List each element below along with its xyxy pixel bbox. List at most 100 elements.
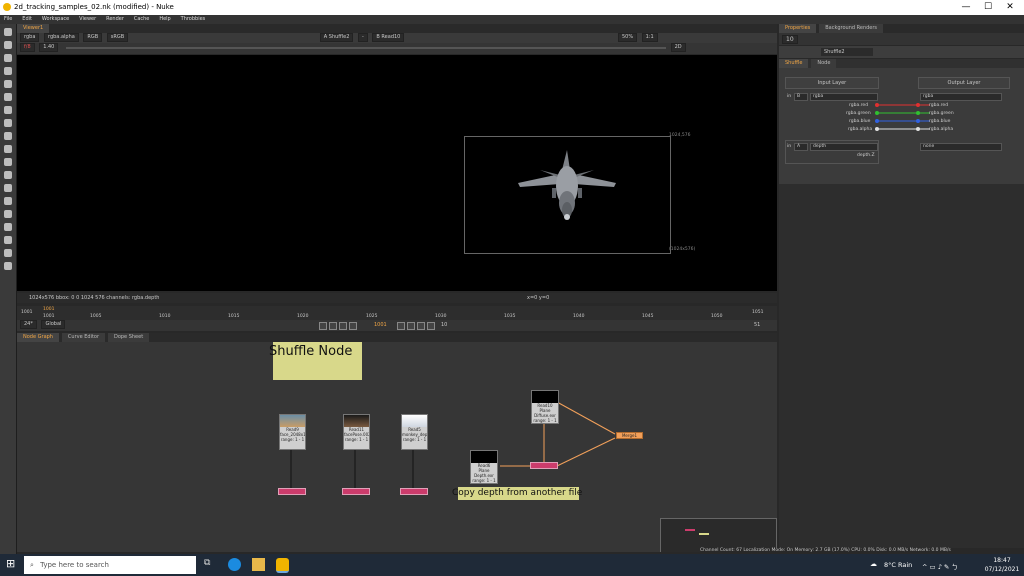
input2-source-dropdown[interactable]: A: [794, 143, 808, 151]
red-output-dot[interactable]: [916, 103, 920, 107]
color-tool-icon[interactable]: [4, 80, 12, 88]
input2-layer-dropdown[interactable]: depth: [810, 143, 878, 151]
max-panels-field[interactable]: 10: [782, 35, 798, 44]
compare-mode-dropdown[interactable]: -: [358, 33, 368, 42]
toolsets-tool-icon[interactable]: [4, 210, 12, 218]
channel-tool-icon[interactable]: [4, 67, 12, 75]
maximize-button[interactable]: ☐: [977, 1, 999, 14]
timeline-ruler[interactable]: 1001 1001 1001 1005 1010 1015 1020 1025 …: [17, 306, 777, 320]
tab-curve-editor[interactable]: Curve Editor: [61, 333, 106, 342]
menu-throbbies[interactable]: Throbbies: [177, 15, 210, 24]
draw-tool-icon[interactable]: [4, 41, 12, 49]
merge-node[interactable]: Merge1: [616, 432, 643, 439]
play-forward-button[interactable]: [397, 322, 405, 330]
read5-node[interactable]: Read5 monkey_depth0003.exr range: 1 - 1: [401, 414, 428, 450]
menu-viewer[interactable]: Viewer: [75, 15, 100, 24]
read6-node[interactable]: Read6 Plane Depth.exr range: 1 - 1: [470, 450, 498, 484]
image-tool-icon[interactable]: [4, 28, 12, 36]
input-b-dropdown[interactable]: B Read10: [372, 33, 405, 42]
tab-shuffle[interactable]: Shuffle: [779, 59, 809, 68]
alpha-output-dot[interactable]: [916, 127, 920, 131]
next-keyframe-button[interactable]: [417, 322, 425, 330]
read10-node[interactable]: Read10 Plane Diffuse.exr range: 1 - 1: [531, 390, 559, 424]
menu-help[interactable]: Help: [155, 15, 174, 24]
metadata-tool-icon[interactable]: [4, 197, 12, 205]
green-output-dot[interactable]: [916, 111, 920, 115]
tab-properties[interactable]: Properties: [779, 24, 817, 33]
shuffle-node[interactable]: [278, 488, 306, 495]
menu-render[interactable]: Render: [102, 15, 128, 24]
windows-start-icon[interactable]: ⊞: [6, 558, 18, 570]
file-explorer-icon[interactable]: [252, 558, 265, 571]
input-a-dropdown[interactable]: A Shuffle2: [319, 33, 354, 42]
blue-input-dot[interactable]: [875, 119, 879, 123]
menu-workspace[interactable]: Workspace: [38, 15, 73, 24]
3d-tool-icon[interactable]: [4, 145, 12, 153]
output2-layer-dropdown[interactable]: none: [920, 143, 1002, 151]
nuke-taskbar-icon[interactable]: [276, 558, 289, 573]
view-mode-dropdown[interactable]: 2D: [670, 43, 686, 52]
edge-browser-icon[interactable]: [228, 558, 241, 571]
alpha-input-dot[interactable]: [875, 127, 879, 131]
gain-value[interactable]: 1.40: [39, 43, 59, 52]
gain-slider[interactable]: [65, 46, 666, 49]
shuffle-node[interactable]: [342, 488, 370, 495]
tab-viewer1[interactable]: Viewer1: [17, 24, 50, 33]
timeline-playhead[interactable]: 1001: [43, 307, 54, 312]
alpha-channel-dropdown[interactable]: rgba.alpha: [43, 33, 79, 42]
zoom-dropdown[interactable]: 50%: [617, 33, 638, 42]
current-frame-field[interactable]: 1001: [374, 320, 387, 331]
close-button[interactable]: ✕: [999, 1, 1021, 14]
tab-dope-sheet[interactable]: Dope Sheet: [107, 333, 150, 342]
keyer-tool-icon[interactable]: [4, 106, 12, 114]
minimize-button[interactable]: —: [955, 1, 977, 14]
merge-tool-icon[interactable]: [4, 119, 12, 127]
menu-file[interactable]: File: [0, 15, 16, 24]
read9-node[interactable]: Read9 face_2048x1556.exr range: 1 - 1: [279, 414, 306, 450]
red-input-dot[interactable]: [875, 103, 879, 107]
channels-dropdown[interactable]: rgba: [20, 33, 40, 42]
green-input-dot[interactable]: [875, 111, 879, 115]
menu-cache[interactable]: Cache: [130, 15, 154, 24]
particles-tool-icon[interactable]: [4, 158, 12, 166]
blue-output-dot[interactable]: [916, 119, 920, 123]
tab-background-renders[interactable]: Background Renders: [819, 24, 884, 33]
tray-icons[interactable]: ^ ▭ ♪ ✎ ㄅ: [922, 561, 958, 571]
node-name-field[interactable]: Shuffle2: [821, 48, 873, 56]
transform-tool-icon[interactable]: [4, 132, 12, 140]
fps-dropdown[interactable]: 24*: [20, 320, 37, 329]
clock-date[interactable]: 07/12/2021: [984, 566, 1020, 573]
node-graph-canvas[interactable]: Shuffle Node Read9 face_2048x1556.exr ra…: [17, 342, 777, 552]
weather-icon[interactable]: ☁: [870, 560, 877, 568]
time-tool-icon[interactable]: [4, 54, 12, 62]
lut-dropdown[interactable]: sRGB: [106, 33, 129, 42]
filter-tool-icon[interactable]: [4, 93, 12, 101]
deep-tool-icon[interactable]: [4, 171, 12, 179]
colorspace-dropdown[interactable]: RGB: [83, 33, 103, 42]
menu-edit[interactable]: Edit: [18, 15, 36, 24]
read11-node[interactable]: Read11 facePose.0028.exr range: 1 - 1: [343, 414, 370, 450]
shuffle-node[interactable]: [400, 488, 428, 495]
node-graph-minimap[interactable]: [660, 518, 777, 552]
timeline-end-value[interactable]: 51: [754, 320, 760, 331]
input1-layer-dropdown[interactable]: rgba: [810, 93, 878, 101]
last-frame-button[interactable]: [427, 322, 435, 330]
airs-tool-icon[interactable]: [4, 262, 12, 270]
sticky-note-shuffle[interactable]: Shuffle Node: [269, 342, 362, 380]
frame-step-value[interactable]: 10: [441, 320, 447, 331]
range-mode-dropdown[interactable]: Global: [41, 320, 66, 329]
tab-node-graph[interactable]: Node Graph: [17, 333, 59, 342]
proxy-ratio-dropdown[interactable]: 1:1: [641, 33, 658, 42]
gain-label[interactable]: f/8: [20, 43, 35, 52]
weather-text[interactable]: 8°C Rain: [884, 561, 912, 569]
output1-layer-dropdown[interactable]: rgba: [920, 93, 1002, 101]
task-view-icon[interactable]: ⧉: [204, 558, 217, 571]
taskbar-search-box[interactable]: ⌕ Type here to search: [24, 556, 196, 574]
cara-vr-tool-icon[interactable]: [4, 249, 12, 257]
shuffle2-node[interactable]: [530, 462, 558, 469]
tab-node[interactable]: Node: [811, 59, 837, 68]
step-back-button[interactable]: [339, 322, 347, 330]
sticky-note-copy-depth[interactable]: Copy depth from another file: [452, 487, 582, 500]
step-forward-button[interactable]: [407, 322, 415, 330]
first-frame-button[interactable]: [319, 322, 327, 330]
